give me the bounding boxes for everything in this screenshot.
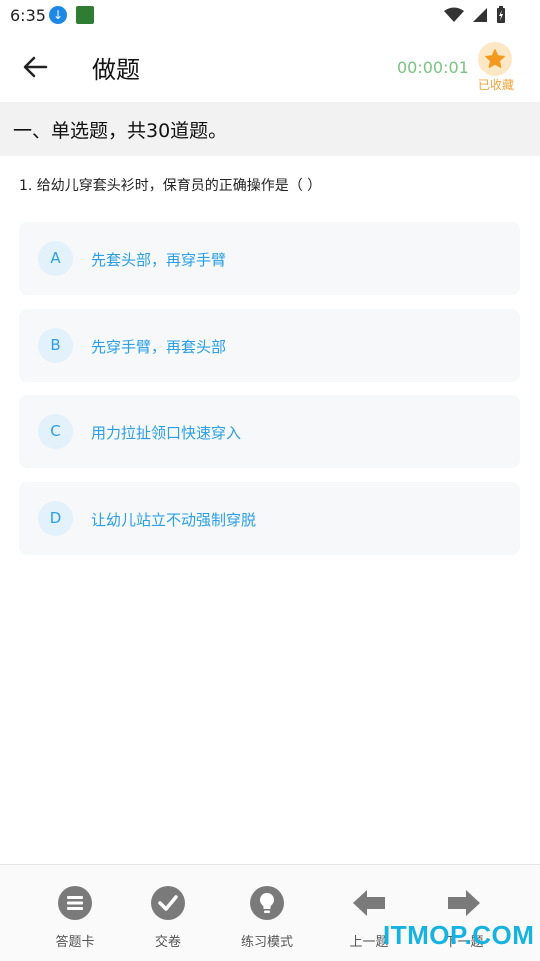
lightbulb-icon	[250, 886, 284, 920]
answer-card-icon	[58, 886, 92, 920]
option-key: D	[38, 501, 73, 536]
nav-label: 交卷	[154, 935, 181, 950]
option-a[interactable]: A 先套头部，再穿手臂	[19, 222, 520, 295]
option-text: 先穿手臂，再套头部	[91, 338, 227, 356]
nav-label: 答题卡	[55, 935, 95, 950]
arrow-left-icon	[353, 890, 385, 916]
option-key: C	[38, 414, 73, 449]
practice-mode-button[interactable]: 练习模式	[222, 885, 312, 951]
option-b[interactable]: B 先穿手臂，再套头部	[19, 309, 520, 382]
battery-charging-icon	[497, 6, 505, 23]
status-bar: 6:35 ↓	[0, 0, 540, 32]
option-c[interactable]: C 用力拉扯领口快速穿入	[19, 395, 520, 468]
answer-card-button[interactable]: 答题卡	[30, 885, 120, 951]
back-arrow-icon[interactable]	[22, 54, 48, 80]
favorite-button[interactable]: 已收藏	[473, 40, 519, 100]
option-d[interactable]: D 让幼儿站立不动强制穿脱	[19, 482, 520, 555]
option-text: 让幼儿站立不动强制穿脱	[91, 511, 257, 529]
signal-icon	[473, 8, 487, 22]
star-icon	[485, 49, 505, 68]
page-title: 做题	[92, 56, 140, 84]
header: 做题 00:00:01 已收藏	[0, 32, 540, 102]
option-key: B	[38, 328, 73, 363]
submit-button[interactable]: 交卷	[123, 885, 213, 951]
arrow-right-icon	[448, 890, 480, 916]
section-title: 一、单选题，共30道题。	[13, 120, 228, 142]
option-key: A	[38, 241, 73, 276]
download-icon: ↓	[49, 6, 67, 24]
submit-check-icon	[151, 886, 185, 920]
timer: 00:00:01	[397, 58, 469, 77]
status-indicators	[444, 6, 506, 24]
status-time: 6:35	[10, 6, 46, 25]
app-notification-icon	[76, 6, 94, 24]
section-header: 一、单选题，共30道题。	[0, 102, 540, 156]
wifi-icon	[444, 7, 464, 22]
favorite-circle	[478, 42, 512, 76]
option-text: 用力拉扯领口快速穿入	[91, 424, 242, 442]
watermark: ITMOP.COM	[383, 920, 535, 950]
favorite-label: 已收藏	[478, 78, 515, 92]
option-text: 先套头部，再穿手臂	[91, 251, 227, 269]
nav-label: 练习模式	[240, 935, 293, 950]
question-text: 1. 给幼儿穿套头衫时，保育员的正确操作是（ ）	[19, 178, 322, 194]
